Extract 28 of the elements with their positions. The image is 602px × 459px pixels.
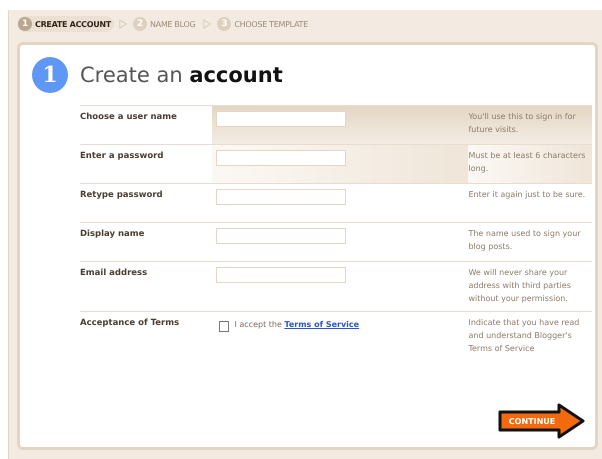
triangle-icon <box>203 19 212 29</box>
field-label: Choose a user name <box>80 111 178 124</box>
step-tab[interactable]: 3 CHOOSE TEMPLATE <box>216 16 311 32</box>
checkbox[interactable] <box>219 321 230 332</box>
input-field[interactable] <box>216 189 346 205</box>
checkbox-label: I accept the Terms of Service <box>234 319 360 329</box>
input-field[interactable] <box>216 150 346 166</box>
input-field[interactable] <box>216 267 346 283</box>
field-label: Acceptance of Terms <box>80 317 180 330</box>
hint-text: Indicate that you have read and understand Blogger's Terms of Service <box>468 317 580 355</box>
field-label: Display name <box>80 228 146 241</box>
terms-link[interactable]: Terms of Service <box>284 320 360 329</box>
page-heading: Create an account <box>80 63 283 87</box>
input-field[interactable] <box>216 228 346 244</box>
hint-text: You'll use this to sign in for future visits. <box>468 106 592 144</box>
field-label: Email address <box>80 267 148 280</box>
triangle-icon <box>118 19 127 29</box>
hint-text: Must be at least 6 characters long. <box>468 145 592 183</box>
step-tab[interactable]: 2 NAME BLOG <box>132 16 198 32</box>
input-field[interactable] <box>216 111 346 127</box>
step-number-badge: 1 <box>32 57 68 93</box>
hint-text: We will never share your address with third parties without your permission. <box>468 267 572 305</box>
hint-text: The name used to sign your blog posts. <box>468 228 582 253</box>
hint-text: Enter it again just to be sure. <box>468 189 586 201</box>
continue-button[interactable]: CONTINUE <box>497 403 585 439</box>
step-tab[interactable]: 1 CREATE ACCOUNT <box>17 16 114 32</box>
field-label: Retype password <box>80 189 164 202</box>
field-label: Enter a password <box>80 150 164 163</box>
